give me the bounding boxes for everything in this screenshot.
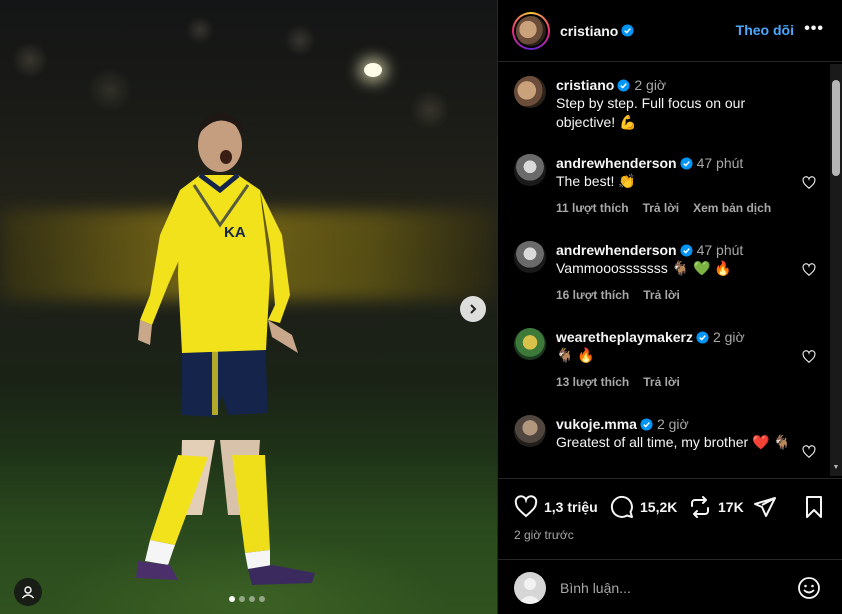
comment-username[interactable]: andrewhenderson: [556, 242, 677, 258]
avatar[interactable]: [514, 76, 546, 108]
comment-time[interactable]: 2 giờ: [713, 329, 745, 345]
slide-dot: [229, 596, 235, 602]
comment-text: Greatest of all time, my brother ❤️ 🐐: [556, 434, 791, 450]
avatar: [516, 15, 546, 46]
post-actions: 1,3 triệu 15,2K 17K 2 giờ trước: [498, 478, 842, 548]
verified-icon: [680, 157, 693, 170]
share-icon[interactable]: [753, 495, 777, 519]
comment-composer: [498, 559, 842, 614]
heart-icon[interactable]: [802, 263, 816, 277]
follow-button[interactable]: Theo dõi: [736, 22, 794, 38]
verified-icon: [696, 331, 709, 344]
heart-icon[interactable]: [802, 350, 816, 364]
post-header: cristiano Theo dõi •••: [498, 0, 842, 62]
scrollbar-thumb[interactable]: [832, 80, 840, 176]
scroll-down-arrow[interactable]: ▼: [832, 464, 840, 472]
comment-text: The best! 👏: [556, 173, 636, 189]
comment-username[interactable]: andrewhenderson: [556, 155, 677, 171]
reply-button[interactable]: Trả lời: [643, 375, 680, 389]
comment-time[interactable]: 47 phút: [697, 242, 744, 258]
reply-button[interactable]: Trả lời: [643, 288, 680, 302]
comment-time[interactable]: 2 giờ: [657, 416, 689, 432]
verified-icon: [640, 418, 653, 431]
avatar[interactable]: [514, 241, 546, 273]
next-slide-button[interactable]: [460, 296, 486, 322]
like-action[interactable]: 1,3 triệu: [514, 495, 598, 519]
caption-username[interactable]: cristiano: [556, 77, 614, 93]
chevron-right-icon: [470, 304, 477, 314]
comment-action[interactable]: 15,2K: [610, 495, 677, 519]
reply-button[interactable]: Trả lời: [643, 201, 680, 215]
heart-icon[interactable]: [802, 176, 816, 190]
author-username[interactable]: cristiano: [560, 23, 618, 39]
verified-icon: [617, 79, 630, 92]
heart-icon: [514, 495, 538, 518]
comment-likes[interactable]: 16 lượt thích: [556, 288, 629, 302]
tagged-users-button[interactable]: [14, 578, 42, 606]
slide-dot: [259, 596, 265, 602]
avatar: [514, 572, 546, 604]
like-count: 1,3 triệu: [544, 499, 598, 515]
comment-likes[interactable]: 11 lượt thích: [556, 201, 629, 215]
comment-text: 🐐 🔥: [556, 347, 595, 363]
comment-text: Vammooosssssss 🐐 💚 🔥: [556, 260, 732, 276]
slide-dot: [239, 596, 245, 602]
caption-text: Step by step. Full focus on our objectiv…: [556, 95, 746, 130]
post-media[interactable]: KA: [0, 0, 497, 614]
slide-indicator: [229, 596, 265, 602]
repost-icon: [691, 496, 709, 518]
author-avatar-ring[interactable]: [512, 11, 550, 50]
comment-icon: [610, 495, 633, 518]
post-side-panel: cristiano Theo dõi ••• cristiano 2 giờ St…: [497, 0, 842, 614]
comment-input[interactable]: [560, 576, 780, 600]
avatar[interactable]: [514, 415, 546, 447]
comment-username[interactable]: vukoje.mma: [556, 416, 637, 432]
repost-action[interactable]: 17K: [688, 495, 744, 519]
emoji-icon[interactable]: [797, 576, 821, 600]
see-translation-button[interactable]: Xem bản dịch: [693, 201, 771, 215]
comment-likes[interactable]: 13 lượt thích: [556, 375, 629, 389]
repost-count: 17K: [718, 499, 744, 515]
more-options-button[interactable]: •••: [804, 21, 824, 37]
heart-icon[interactable]: [802, 445, 816, 459]
avatar[interactable]: [514, 328, 546, 360]
comments-scrollbar[interactable]: ▲ ▼: [830, 64, 842, 476]
avatar[interactable]: [514, 154, 546, 186]
svg-text:KA: KA: [224, 224, 246, 241]
caption-time[interactable]: 2 giờ: [634, 77, 666, 93]
stadium-light: [364, 63, 382, 77]
comment-username[interactable]: wearetheplaymakerz: [556, 329, 693, 345]
bookmark-icon[interactable]: [802, 495, 826, 519]
player-photo: KA: [136, 112, 315, 585]
slide-dot: [249, 596, 255, 602]
verified-icon: [680, 244, 693, 257]
posted-time[interactable]: 2 giờ trước: [514, 528, 574, 542]
comment-count: 15,2K: [640, 499, 678, 515]
comment-list: cristiano 2 giờ Step by step. Full focus …: [498, 62, 842, 478]
verified-icon: [621, 24, 634, 37]
user-tag-icon: [21, 586, 35, 599]
comment-time[interactable]: 47 phút: [697, 155, 744, 171]
